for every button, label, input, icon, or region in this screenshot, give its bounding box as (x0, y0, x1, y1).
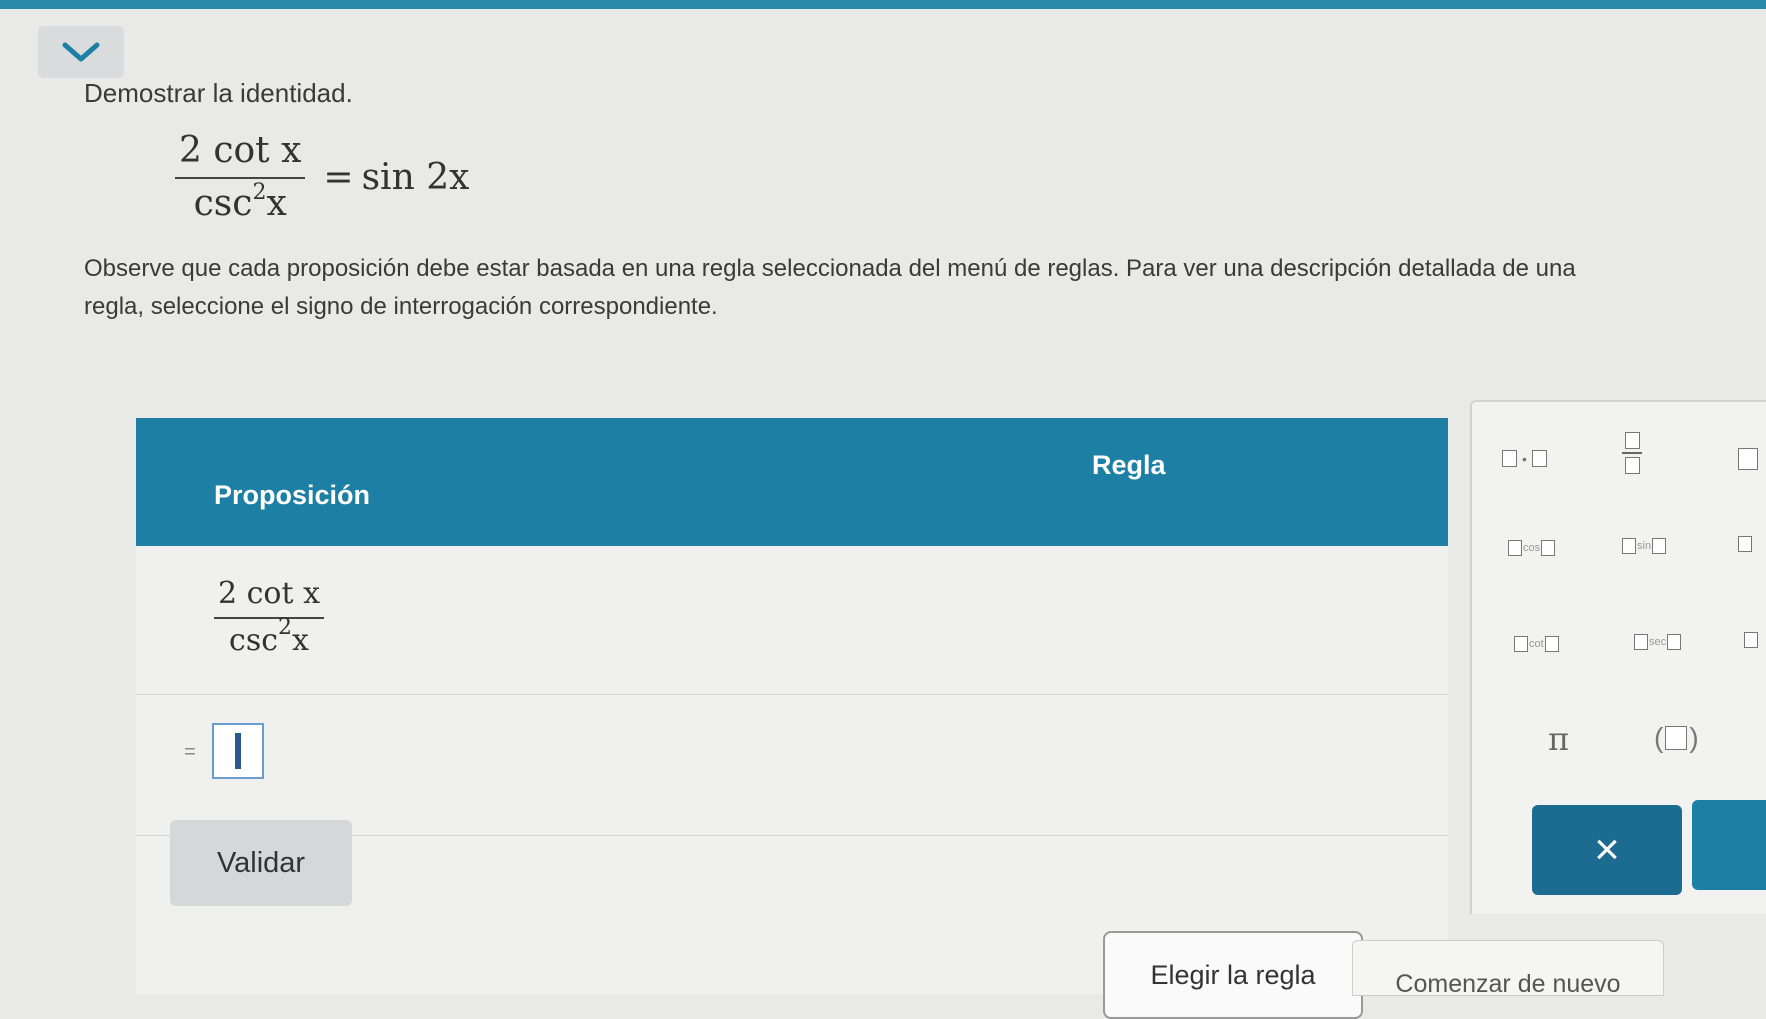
placeholder-box-icon (1738, 448, 1758, 470)
placeholder-box-icon (1541, 540, 1556, 556)
proposition-den-base: csc (229, 623, 279, 658)
top-accent-bar (0, 0, 1766, 9)
identity-rhs: sin 2x (361, 156, 470, 198)
multiply-dot-icon: • (1522, 450, 1527, 467)
identity-equals: = (323, 156, 354, 198)
placeholder-box-icon (1634, 634, 1648, 650)
key-tan[interactable] (1738, 536, 1752, 552)
paren-close-icon: ) (1689, 722, 1699, 753)
key-pi[interactable]: π (1548, 720, 1569, 758)
key-parentheses[interactable]: ( ) (1654, 722, 1699, 754)
proposition-fraction: 2 cot x csc2x (214, 576, 324, 658)
instructions-line-1: Observe que cada proposición debe estar … (84, 255, 1576, 282)
problem-title: Demostrar la identidad. (84, 78, 353, 108)
placeholder-box-icon (1531, 450, 1547, 467)
key-cot[interactable]: cot (1514, 636, 1559, 652)
proposition-denominator: csc2x (229, 615, 309, 658)
restart-button[interactable]: Comenzar de nuevo (1352, 940, 1664, 996)
restart-label: Comenzar de nuevo (1395, 970, 1621, 996)
column-header-proposition: Proposición (214, 480, 371, 510)
placeholder-box-icon (1502, 450, 1517, 467)
identity-fraction: 2 cot x csc2x (175, 130, 306, 224)
placeholder-box-icon (1667, 634, 1682, 650)
key-multiply[interactable]: • (1502, 450, 1547, 467)
key-csc[interactable] (1744, 632, 1758, 648)
identity-denominator: csc2x (194, 179, 287, 224)
identity-numerator: 2 cot x (175, 130, 306, 179)
identity-den-base: csc (193, 183, 253, 224)
table-row: = Elegir la regla (136, 695, 1448, 1019)
close-icon: × (1594, 825, 1620, 874)
text-cursor (235, 733, 241, 769)
key-fraction[interactable] (1622, 432, 1642, 474)
collapse-button[interactable] (38, 26, 124, 78)
fraction-bar-icon (1622, 452, 1642, 454)
proposition-input[interactable] (212, 723, 264, 779)
key-cos-label: cos (1523, 542, 1541, 554)
row-equals-sign: = (184, 741, 196, 763)
identity-den-exp: 2 (252, 180, 267, 205)
paren-open-icon: ( (1654, 722, 1664, 753)
key-sin[interactable]: sin (1622, 538, 1667, 554)
chevron-down-icon (62, 42, 100, 62)
column-header-rule: Regla (1092, 450, 1166, 480)
placeholder-box-icon (1624, 457, 1640, 474)
key-exponent[interactable] (1738, 448, 1758, 470)
key-sec[interactable]: sec (1634, 634, 1682, 650)
key-sec-label: sec (1649, 636, 1667, 648)
placeholder-box-icon (1544, 636, 1559, 652)
choose-rule-button[interactable]: Elegir la regla (1103, 931, 1363, 1019)
validate-button[interactable]: Validar (170, 820, 352, 906)
identity-expression: 2 cot x csc2x = sin 2x (175, 130, 469, 224)
instructions-line-2: regla, seleccione el signo de interrogac… (84, 293, 718, 320)
table-header: Proposición Regla (136, 418, 1448, 546)
proposition-den-exp: 2 (278, 615, 293, 640)
placeholder-box-icon (1514, 636, 1528, 652)
instructions: Observe que cada proposición debe estar … (84, 250, 1764, 326)
key-sin-label: sin (1637, 540, 1652, 552)
proposition-numerator: 2 cot x (214, 576, 324, 619)
placeholder-box-icon (1624, 432, 1640, 449)
placeholder-box-icon (1508, 540, 1522, 556)
next-button[interactable] (1692, 800, 1766, 890)
placeholder-box-icon (1652, 538, 1667, 554)
clear-button[interactable]: × (1532, 805, 1682, 895)
identity-den-var: x (266, 183, 287, 224)
key-cot-label: cot (1529, 638, 1544, 650)
proof-table: Proposición Regla 2 cot x csc2x = Elegir… (136, 418, 1448, 1019)
key-cos[interactable]: cos (1508, 540, 1556, 556)
placeholder-box-icon (1738, 536, 1752, 552)
pi-icon: π (1548, 720, 1570, 758)
proposition-den-var: x (292, 623, 309, 658)
placeholder-box-icon (1744, 632, 1758, 648)
placeholder-box-icon (1622, 538, 1636, 554)
placeholder-box-icon (1665, 726, 1688, 750)
table-row: 2 cot x csc2x (136, 546, 1448, 695)
